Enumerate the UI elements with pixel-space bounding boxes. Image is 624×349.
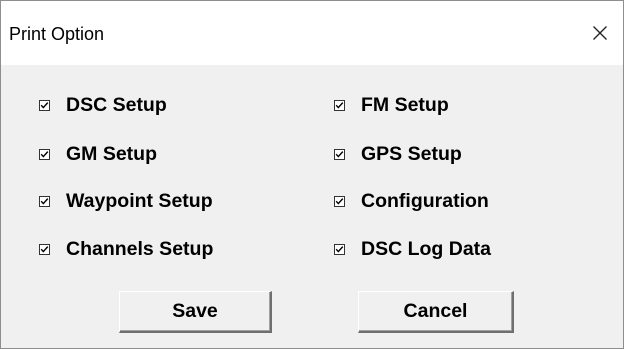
channels-setup-checkbox[interactable] [39, 243, 50, 255]
option-dsc-log-data[interactable]: DSC Log Data [334, 235, 491, 263]
waypoint-setup-checkbox[interactable] [39, 195, 50, 207]
checkmark-icon [335, 197, 344, 205]
configuration-label: Configuration [361, 189, 489, 212]
waypoint-setup-label: Waypoint Setup [66, 189, 213, 212]
checkmark-icon [335, 101, 344, 109]
dsc-setup-checkbox[interactable] [39, 99, 50, 111]
print-option-dialog: Print Option DSC Setup FM Setup GM Setup… [0, 0, 624, 349]
channels-setup-label: Channels Setup [66, 237, 214, 260]
checkmark-icon [335, 150, 344, 158]
checkmark-icon [40, 197, 49, 205]
option-channels-setup[interactable]: Channels Setup [39, 235, 213, 263]
dsc-setup-label: DSC Setup [66, 93, 167, 116]
dsc-log-data-checkbox[interactable] [334, 243, 345, 255]
checkmark-icon [40, 150, 49, 158]
option-gps-setup[interactable]: GPS Setup [334, 140, 462, 168]
close-icon [593, 26, 607, 40]
checkmark-icon [40, 245, 49, 253]
configuration-checkbox[interactable] [334, 195, 345, 207]
dialog-title: Print Option [9, 24, 105, 44]
save-button[interactable]: Save [119, 291, 272, 333]
title-bar: Print Option [1, 1, 623, 65]
fm-setup-label: FM Setup [361, 93, 449, 116]
dialog-content: DSC Setup FM Setup GM Setup GPS Setup Wa… [1, 65, 623, 348]
option-waypoint-setup[interactable]: Waypoint Setup [39, 187, 213, 215]
option-dsc-setup[interactable]: DSC Setup [39, 91, 167, 119]
checkmark-icon [40, 101, 49, 109]
option-fm-setup[interactable]: FM Setup [334, 91, 449, 119]
fm-setup-checkbox[interactable] [334, 99, 345, 111]
gps-setup-label: GPS Setup [361, 142, 462, 165]
gm-setup-checkbox[interactable] [39, 148, 50, 160]
option-configuration[interactable]: Configuration [334, 187, 489, 215]
gps-setup-checkbox[interactable] [334, 148, 345, 160]
cancel-button[interactable]: Cancel [358, 291, 514, 333]
close-button[interactable] [577, 11, 623, 55]
checkmark-icon [335, 245, 344, 253]
gm-setup-label: GM Setup [66, 142, 157, 165]
option-gm-setup[interactable]: GM Setup [39, 140, 157, 168]
dsc-log-data-label: DSC Log Data [361, 237, 492, 260]
